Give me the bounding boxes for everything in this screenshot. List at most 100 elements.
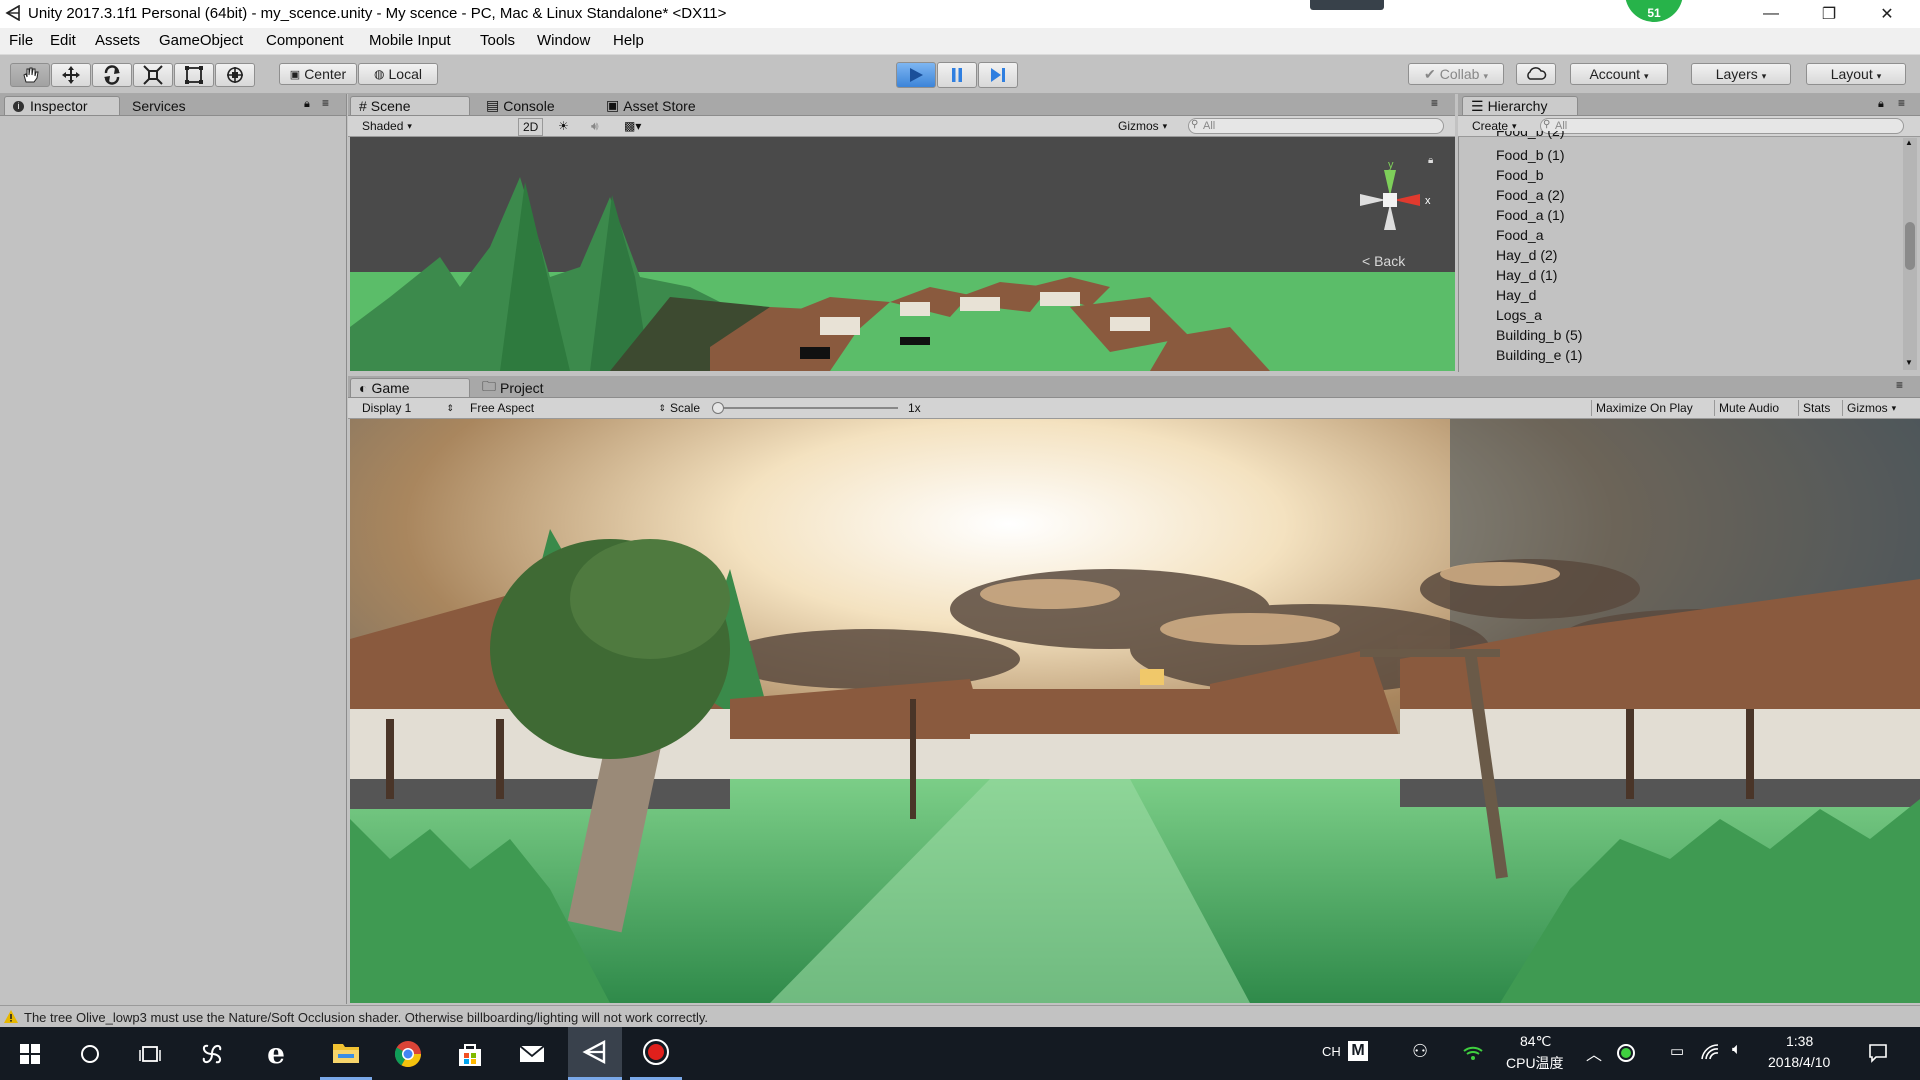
tab-console[interactable]: ▤ Console	[478, 96, 563, 115]
app-ie[interactable]: e	[250, 1027, 302, 1080]
space-local-button[interactable]: ◍ Local	[358, 63, 438, 85]
scrollbar-thumb[interactable]	[1905, 222, 1915, 270]
scene-panel-menu-icon[interactable]: ≡	[1431, 96, 1438, 110]
ime-indicator[interactable]: CH	[1322, 1044, 1341, 1059]
aspect-dropdown[interactable]: Free Aspect ⇕	[470, 400, 666, 416]
green-circle-icon[interactable]	[1616, 1043, 1636, 1063]
mute-audio-toggle[interactable]: Mute Audio	[1714, 400, 1783, 416]
list-item[interactable]: Food_a (2)	[1496, 187, 1564, 203]
volume-icon[interactable]: 🔈︎	[1732, 1041, 1742, 1059]
battery-icon[interactable]: ▭	[1670, 1042, 1684, 1060]
hand-tool-button[interactable]	[10, 63, 50, 87]
layers-dropdown[interactable]: Layers	[1691, 63, 1791, 85]
2d-toggle[interactable]: 2D	[518, 118, 544, 136]
tab-services[interactable]: Services	[124, 96, 194, 115]
wifi-signal-icon[interactable]	[1462, 1043, 1484, 1061]
hierarchy-scrollbar[interactable]: ▲ ▼	[1903, 138, 1917, 370]
hierarchy-search-input[interactable]: All	[1540, 118, 1904, 134]
app-store[interactable]	[444, 1027, 496, 1080]
maximize-button[interactable]: ❐	[1806, 0, 1852, 28]
people-icon[interactable]: ⚇	[1412, 1041, 1428, 1062]
layout-dropdown[interactable]: Layout	[1806, 63, 1906, 85]
step-button[interactable]	[978, 62, 1018, 88]
hierarchy-menu-icon[interactable]: ≡	[1898, 96, 1905, 110]
app-chrome[interactable]	[382, 1027, 434, 1080]
notification-center-icon[interactable]	[1868, 1043, 1888, 1063]
game-view[interactable]	[350, 419, 1920, 1003]
scene-search-input[interactable]: All	[1188, 118, 1444, 134]
stats-toggle[interactable]: Stats	[1798, 400, 1834, 416]
list-item[interactable]: Food_a	[1496, 227, 1543, 243]
tab-scene[interactable]: # Scene	[350, 96, 470, 115]
app-file-explorer[interactable]	[320, 1027, 372, 1080]
app-unity[interactable]	[568, 1027, 622, 1080]
list-item[interactable]: Hay_d	[1496, 287, 1536, 303]
close-button[interactable]: ✕	[1864, 0, 1910, 28]
list-item[interactable]: Hay_d (1)	[1496, 267, 1557, 283]
scene-lighting-icon[interactable]: ☀	[558, 118, 569, 134]
pivot-center-button[interactable]: ▣ Center	[279, 63, 357, 85]
play-button[interactable]	[896, 62, 936, 88]
scene-gizmos-dropdown[interactable]: Gizmos	[1118, 118, 1167, 134]
list-item[interactable]: Hay_d (2)	[1496, 247, 1557, 263]
rect-tool-button[interactable]	[174, 63, 214, 87]
display-dropdown[interactable]: Display 1 ⇕	[362, 400, 454, 416]
tab-project[interactable]: 🗀︎ Project	[474, 378, 552, 397]
view-orientation-label[interactable]: < Back	[1362, 253, 1405, 269]
game-gizmos-dropdown[interactable]: Gizmos	[1842, 400, 1900, 416]
lock-icon[interactable]: 🔒︎	[304, 98, 310, 111]
menu-component[interactable]: Component	[266, 32, 344, 49]
tab-hierarchy[interactable]: ☰ Hierarchy	[1462, 96, 1578, 115]
status-bar[interactable]: The tree Olive_lowp3 must use the Nature…	[0, 1005, 1920, 1028]
menu-window[interactable]: Window	[537, 32, 590, 49]
shading-dropdown[interactable]: Shaded	[362, 118, 502, 134]
collab-button[interactable]: ✔ Collab	[1408, 63, 1504, 85]
show-hidden-icons[interactable]: ︿	[1586, 1041, 1602, 1065]
rotate-tool-button[interactable]	[92, 63, 132, 87]
menu-help[interactable]: Help	[613, 32, 644, 49]
network-icon[interactable]	[1700, 1043, 1720, 1061]
tab-asset-store[interactable]: ▣ Asset Store	[598, 96, 704, 115]
drag-handle[interactable]	[1310, 0, 1384, 10]
game-panel-menu-icon[interactable]: ≡	[1896, 378, 1903, 392]
menu-file[interactable]: File	[9, 32, 33, 49]
tab-inspector[interactable]: i Inspector	[4, 96, 120, 115]
menu-gameobject[interactable]: GameObject	[159, 32, 243, 49]
move-tool-button[interactable]	[51, 63, 91, 87]
search-button[interactable]	[64, 1027, 116, 1080]
minimize-button[interactable]: —	[1748, 0, 1794, 28]
tab-game[interactable]: ◐ Game	[350, 378, 470, 397]
clock-time[interactable]: 1:38	[1786, 1033, 1813, 1049]
app-recorder[interactable]	[630, 1027, 682, 1080]
hierarchy-lock-icon[interactable]: 🔒︎	[1878, 98, 1884, 111]
pause-button[interactable]	[937, 62, 977, 88]
list-item[interactable]: Food_b	[1496, 167, 1543, 183]
menu-assets[interactable]: Assets	[95, 32, 140, 49]
scene-effects-icon[interactable]: ▩▾	[624, 118, 641, 134]
account-dropdown[interactable]: Account	[1570, 63, 1668, 85]
list-item[interactable]: Building_b (5)	[1496, 327, 1582, 343]
panel-menu-icon[interactable]: ≡	[322, 96, 329, 110]
input-mode-icon[interactable]: M	[1348, 1041, 1368, 1061]
notification-badge[interactable]: 51	[1625, 0, 1683, 22]
scale-tool-button[interactable]	[133, 63, 173, 87]
start-button[interactable]	[4, 1027, 56, 1080]
scene-audio-icon[interactable]: 🔊︎	[591, 118, 599, 134]
menu-edit[interactable]: Edit	[50, 32, 76, 49]
cloud-button[interactable]	[1516, 63, 1556, 85]
scroll-down-icon[interactable]: ▼	[1905, 358, 1913, 367]
transform-tool-button[interactable]	[215, 63, 255, 87]
list-item[interactable]: Food_b (1)	[1496, 147, 1564, 163]
scale-slider-thumb[interactable]	[712, 402, 724, 414]
menu-mobile-input[interactable]: Mobile Input	[369, 32, 451, 49]
list-item[interactable]: Logs_a	[1496, 307, 1542, 323]
maximize-on-play-toggle[interactable]: Maximize On Play	[1591, 400, 1697, 416]
app-mail[interactable]	[506, 1027, 558, 1080]
list-item[interactable]: Building_e (1)	[1496, 347, 1582, 363]
list-item[interactable]: Food_a (1)	[1496, 207, 1564, 223]
clock-date[interactable]: 2018/4/10	[1768, 1054, 1830, 1070]
list-item[interactable]: Food_b (2)	[1496, 131, 1564, 139]
app-pinwheel[interactable]	[186, 1027, 238, 1080]
scale-slider-track[interactable]	[712, 407, 898, 409]
task-view-button[interactable]	[124, 1027, 176, 1080]
